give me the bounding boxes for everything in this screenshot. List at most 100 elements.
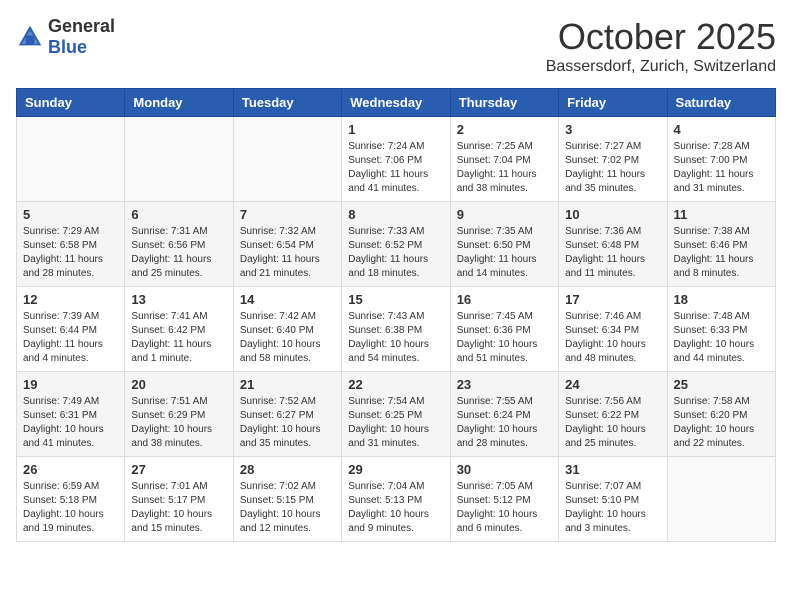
calendar-day-cell [17, 117, 125, 202]
calendar-day-cell: 24Sunrise: 7:56 AM Sunset: 6:22 PM Dayli… [559, 372, 667, 457]
day-info: Sunrise: 7:05 AM Sunset: 5:12 PM Dayligh… [457, 480, 552, 536]
day-info: Sunrise: 7:38 AM Sunset: 6:46 PM Dayligh… [674, 225, 769, 281]
calendar-day-cell: 7 Sunrise: 7:32 AM Sunset: 6:54 PM Daylig… [233, 202, 341, 287]
calendar-day-cell: 10 Sunrise: 7:36 AM Sunset: 6:48 PM Dayli… [559, 202, 667, 287]
calendar-day-cell: 11 Sunrise: 7:38 AM Sunset: 6:46 PM Dayli… [667, 202, 775, 287]
day-number: 27 [131, 462, 226, 477]
page-header: General Blue October 2025 Bassersdorf, Z… [16, 16, 776, 76]
day-number: 1 [348, 122, 443, 137]
calendar-week-row: 12 Sunrise: 7:39 AM Sunset: 6:44 PM Dayli… [17, 287, 776, 372]
day-info: Sunrise: 7:41 AM Sunset: 6:42 PM Dayligh… [131, 310, 226, 366]
day-info: Sunrise: 7:52 AM Sunset: 6:27 PM Dayligh… [240, 395, 335, 451]
day-number: 30 [457, 462, 552, 477]
calendar-day-cell: 17Sunrise: 7:46 AM Sunset: 6:34 PM Dayli… [559, 287, 667, 372]
logo-general-text: General [48, 16, 115, 36]
calendar-day-cell: 1 Sunrise: 7:24 AM Sunset: 7:06 PM Daylig… [342, 117, 450, 202]
col-wednesday: Wednesday [342, 89, 450, 117]
calendar-day-cell: 4Sunrise: 7:28 AM Sunset: 7:00 PM Daylig… [667, 117, 775, 202]
title-block: October 2025 Bassersdorf, Zurich, Switze… [546, 16, 776, 76]
calendar-day-cell: 29 Sunrise: 7:04 AM Sunset: 5:13 PM Dayli… [342, 457, 450, 542]
calendar-day-cell: 25 Sunrise: 7:58 AM Sunset: 6:20 PM Dayli… [667, 372, 775, 457]
calendar-day-cell: 16 Sunrise: 7:45 AM Sunset: 6:36 PM Dayli… [450, 287, 558, 372]
day-info: Sunrise: 7:35 AM Sunset: 6:50 PM Dayligh… [457, 225, 552, 281]
calendar-day-cell: 31Sunrise: 7:07 AM Sunset: 5:10 PM Dayli… [559, 457, 667, 542]
calendar-table: Sunday Monday Tuesday Wednesday Thursday… [16, 88, 776, 542]
day-info: Sunrise: 7:24 AM Sunset: 7:06 PM Dayligh… [348, 140, 443, 196]
day-info: Sunrise: 7:51 AM Sunset: 6:29 PM Dayligh… [131, 395, 226, 451]
day-number: 20 [131, 377, 226, 392]
day-number: 18 [674, 292, 769, 307]
day-info: Sunrise: 7:36 AM Sunset: 6:48 PM Dayligh… [565, 225, 660, 281]
day-info: Sunrise: 7:04 AM Sunset: 5:13 PM Dayligh… [348, 480, 443, 536]
calendar-week-row: 19 Sunrise: 7:49 AM Sunset: 6:31 PM Dayli… [17, 372, 776, 457]
calendar-day-cell: 2Sunrise: 7:25 AM Sunset: 7:04 PM Daylig… [450, 117, 558, 202]
day-number: 28 [240, 462, 335, 477]
calendar-day-cell [125, 117, 233, 202]
calendar-day-cell: 5Sunrise: 7:29 AM Sunset: 6:58 PM Daylig… [17, 202, 125, 287]
day-number: 15 [348, 292, 443, 307]
day-info: Sunrise: 7:46 AM Sunset: 6:34 PM Dayligh… [565, 310, 660, 366]
col-monday: Monday [125, 89, 233, 117]
calendar-day-cell: 6 Sunrise: 7:31 AM Sunset: 6:56 PM Daylig… [125, 202, 233, 287]
calendar-day-cell: 19 Sunrise: 7:49 AM Sunset: 6:31 PM Dayli… [17, 372, 125, 457]
day-info: Sunrise: 7:39 AM Sunset: 6:44 PM Dayligh… [23, 310, 118, 366]
col-sunday: Sunday [17, 89, 125, 117]
calendar-header-row: Sunday Monday Tuesday Wednesday Thursday… [17, 89, 776, 117]
day-number: 19 [23, 377, 118, 392]
col-thursday: Thursday [450, 89, 558, 117]
day-number: 6 [131, 207, 226, 222]
day-number: 23 [457, 377, 552, 392]
calendar-day-cell: 8 Sunrise: 7:33 AM Sunset: 6:52 PM Daylig… [342, 202, 450, 287]
calendar-day-cell: 22Sunrise: 7:54 AM Sunset: 6:25 PM Dayli… [342, 372, 450, 457]
calendar-day-cell: 20 Sunrise: 7:51 AM Sunset: 6:29 PM Dayli… [125, 372, 233, 457]
calendar-day-cell: 12 Sunrise: 7:39 AM Sunset: 6:44 PM Dayli… [17, 287, 125, 372]
day-number: 24 [565, 377, 660, 392]
day-info: Sunrise: 7:45 AM Sunset: 6:36 PM Dayligh… [457, 310, 552, 366]
location-title: Bassersdorf, Zurich, Switzerland [546, 58, 776, 76]
calendar-day-cell: 9 Sunrise: 7:35 AM Sunset: 6:50 PM Daylig… [450, 202, 558, 287]
col-saturday: Saturday [667, 89, 775, 117]
day-number: 2 [457, 122, 552, 137]
day-info: Sunrise: 7:48 AM Sunset: 6:33 PM Dayligh… [674, 310, 769, 366]
logo-icon [16, 23, 44, 51]
day-number: 25 [674, 377, 769, 392]
day-info: Sunrise: 7:28 AM Sunset: 7:00 PM Dayligh… [674, 140, 769, 196]
day-info: Sunrise: 7:27 AM Sunset: 7:02 PM Dayligh… [565, 140, 660, 196]
calendar-week-row: 1 Sunrise: 7:24 AM Sunset: 7:06 PM Daylig… [17, 117, 776, 202]
day-number: 9 [457, 207, 552, 222]
calendar-day-cell: 13Sunrise: 7:41 AM Sunset: 6:42 PM Dayli… [125, 287, 233, 372]
day-number: 7 [240, 207, 335, 222]
calendar-day-cell [233, 117, 341, 202]
day-number: 31 [565, 462, 660, 477]
col-friday: Friday [559, 89, 667, 117]
day-info: Sunrise: 7:49 AM Sunset: 6:31 PM Dayligh… [23, 395, 118, 451]
calendar-day-cell [667, 457, 775, 542]
day-number: 21 [240, 377, 335, 392]
day-info: Sunrise: 6:59 AM Sunset: 5:18 PM Dayligh… [23, 480, 118, 536]
day-info: Sunrise: 7:32 AM Sunset: 6:54 PM Dayligh… [240, 225, 335, 281]
day-number: 16 [457, 292, 552, 307]
calendar-day-cell: 3 Sunrise: 7:27 AM Sunset: 7:02 PM Daylig… [559, 117, 667, 202]
logo: General Blue [16, 16, 115, 58]
calendar-day-cell: 27Sunrise: 7:01 AM Sunset: 5:17 PM Dayli… [125, 457, 233, 542]
day-number: 11 [674, 207, 769, 222]
day-number: 3 [565, 122, 660, 137]
day-info: Sunrise: 7:58 AM Sunset: 6:20 PM Dayligh… [674, 395, 769, 451]
day-number: 12 [23, 292, 118, 307]
day-info: Sunrise: 7:55 AM Sunset: 6:24 PM Dayligh… [457, 395, 552, 451]
calendar-day-cell: 30 Sunrise: 7:05 AM Sunset: 5:12 PM Dayli… [450, 457, 558, 542]
calendar-day-cell: 26Sunrise: 6:59 AM Sunset: 5:18 PM Dayli… [17, 457, 125, 542]
calendar-week-row: 5Sunrise: 7:29 AM Sunset: 6:58 PM Daylig… [17, 202, 776, 287]
day-info: Sunrise: 7:02 AM Sunset: 5:15 PM Dayligh… [240, 480, 335, 536]
day-info: Sunrise: 7:29 AM Sunset: 6:58 PM Dayligh… [23, 225, 118, 281]
day-info: Sunrise: 7:33 AM Sunset: 6:52 PM Dayligh… [348, 225, 443, 281]
day-info: Sunrise: 7:31 AM Sunset: 6:56 PM Dayligh… [131, 225, 226, 281]
day-number: 22 [348, 377, 443, 392]
day-number: 29 [348, 462, 443, 477]
day-number: 8 [348, 207, 443, 222]
calendar-day-cell: 21 Sunrise: 7:52 AM Sunset: 6:27 PM Dayli… [233, 372, 341, 457]
calendar-day-cell: 18 Sunrise: 7:48 AM Sunset: 6:33 PM Dayli… [667, 287, 775, 372]
col-tuesday: Tuesday [233, 89, 341, 117]
day-number: 10 [565, 207, 660, 222]
calendar-day-cell: 28 Sunrise: 7:02 AM Sunset: 5:15 PM Dayli… [233, 457, 341, 542]
